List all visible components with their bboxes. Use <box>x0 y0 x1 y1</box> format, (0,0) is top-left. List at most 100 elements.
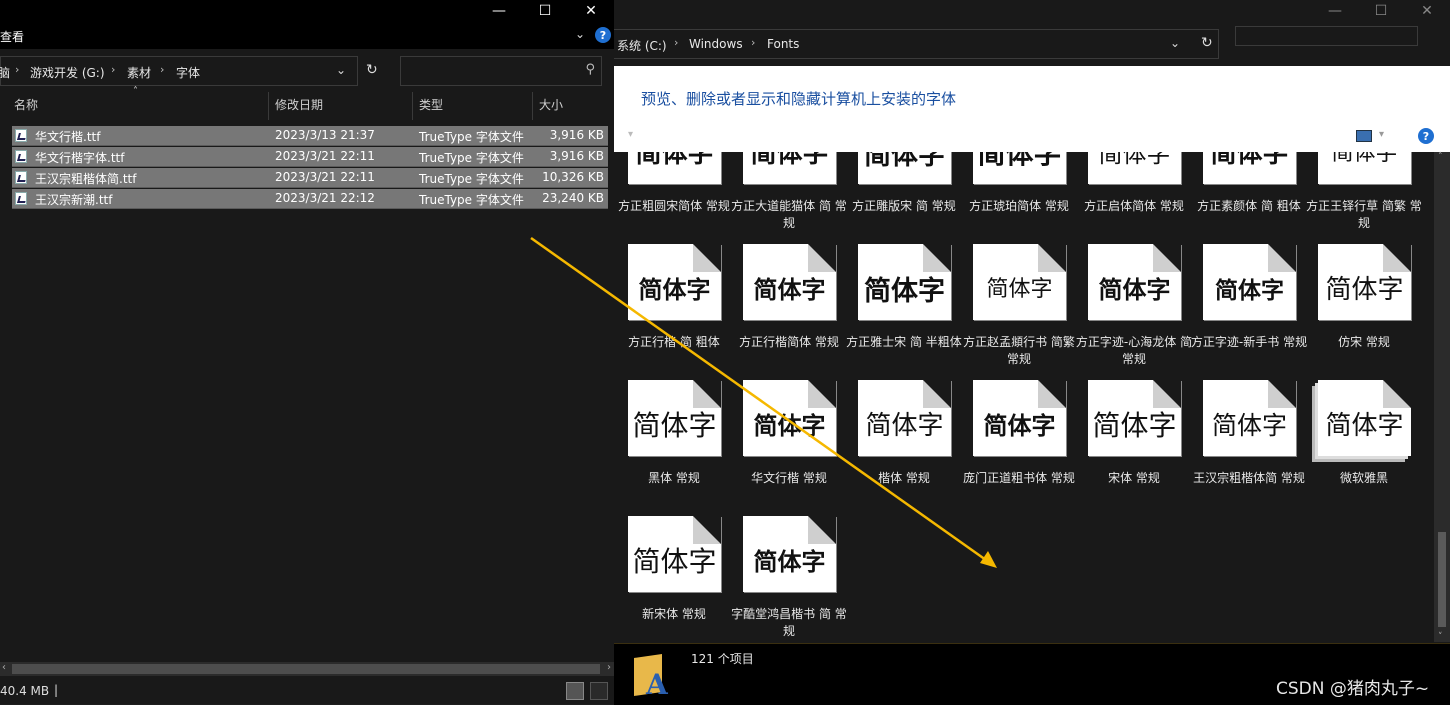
breadcrumb-item[interactable]: Fonts <box>767 37 799 51</box>
chevron-right-icon[interactable]: › <box>15 63 19 76</box>
file-row[interactable]: 华文行楷字体.ttf 2023/3/21 22:11 TrueType 字体文件… <box>12 147 608 167</box>
scrollbar-thumb[interactable] <box>1438 532 1446 627</box>
font-preview-thumbnail: 简体字 <box>743 244 836 320</box>
column-divider[interactable] <box>268 92 269 120</box>
chevron-right-icon[interactable]: › <box>751 36 755 49</box>
horizontal-scrollbar[interactable]: ‹ › <box>0 662 614 676</box>
explorer-window-left: — ☐ ✕ 查看 ⌄ ? 脑 › 游戏开发 (G:) › 素材 › 字体 ⌄ ↻… <box>0 0 614 704</box>
watermark: CSDN @猪肉丸子~ <box>1276 679 1430 699</box>
status-divider: | <box>54 683 59 697</box>
font-item[interactable]: 简体字 新宋体 常规 <box>615 516 725 642</box>
item-count: 121 个项目 <box>691 652 754 666</box>
font-item[interactable]: 简体字 庞门正道粗书体 常规 <box>960 380 1075 510</box>
font-item[interactable]: 简体字 方正雅士宋 简 半粗体 <box>845 244 962 374</box>
scroll-left-icon[interactable]: ‹ <box>2 662 6 673</box>
file-row[interactable]: 华文行楷.ttf 2023/3/13 21:37 TrueType 字体文件 3… <box>12 126 608 146</box>
font-preview-text: 简体字 <box>1325 275 1404 305</box>
chevron-right-icon[interactable]: › <box>674 36 678 49</box>
address-bar[interactable]: 脑 › 游戏开发 (G:) › 素材 › 字体 ⌄ <box>0 56 358 86</box>
search-input[interactable]: ⚲ <box>400 56 602 86</box>
search-input[interactable] <box>1235 26 1418 46</box>
column-divider[interactable] <box>412 92 413 120</box>
font-item[interactable]: 简体字 字酷堂鸿昌楷书 简 常规 <box>730 516 847 642</box>
font-item[interactable]: 简体字 方正素颜体 简 粗体 <box>1190 152 1301 238</box>
chevron-down-icon[interactable]: ⌄ <box>575 27 585 41</box>
title-bar: — ☐ ✕ <box>614 0 1450 22</box>
breadcrumb-item[interactable]: 素材 <box>127 64 151 81</box>
organize-dropdown-icon[interactable]: ▾ <box>628 129 633 140</box>
font-item[interactable]: 简体字 仿宋 常规 <box>1305 244 1415 374</box>
breadcrumb-item[interactable]: 游戏开发 (G:) <box>30 64 105 81</box>
font-preview-thumbnail: 简体字 <box>1088 244 1181 320</box>
breadcrumb-item[interactable]: Windows <box>689 37 743 51</box>
scroll-right-icon[interactable]: › <box>607 662 611 673</box>
font-item[interactable]: 简体字 微软雅黑 <box>1305 380 1415 510</box>
font-name: 楷体 常规 <box>878 471 930 485</box>
font-item[interactable]: 简体字 方正赵孟頫行书 简繁 常规 <box>960 244 1075 374</box>
large-icons-view-icon[interactable] <box>590 682 608 700</box>
refresh-icon[interactable]: ↻ <box>1201 35 1213 51</box>
fonts-toolbar: ▾ ▾ ? <box>614 126 1450 152</box>
vertical-scrollbar[interactable]: ˄ ˅ <box>1434 152 1450 642</box>
column-header-size[interactable]: 大小 <box>539 96 563 113</box>
maximize-button[interactable]: ☐ <box>522 0 568 22</box>
chevron-right-icon[interactable]: › <box>160 63 164 76</box>
font-preview-thumbnail: 简体字 <box>858 244 951 320</box>
font-item[interactable]: 简体字 华文行楷 常规 <box>730 380 840 510</box>
column-header-date[interactable]: 修改日期 <box>275 96 323 113</box>
column-header-name[interactable]: 名称 <box>14 96 38 113</box>
breadcrumb-item[interactable]: 系统 (C:) <box>617 37 667 54</box>
explorer-window-fonts: — ☐ ✕ 系统 (C:) › Windows › Fonts ⌄ ↻ 预览、删… <box>614 0 1450 705</box>
chevron-right-icon[interactable]: › <box>111 63 115 76</box>
font-item[interactable]: 简体字 方正字迹-新手书 常规 <box>1190 244 1307 374</box>
breadcrumb-item[interactable]: 字体 <box>176 64 200 81</box>
file-name: 王汉宗粗楷体简.ttf <box>35 172 137 186</box>
font-item[interactable]: 简体字 方正启体简体 常规 <box>1075 152 1185 238</box>
font-item[interactable]: 简体字 方正大道能猫体 简 常规 <box>730 152 847 238</box>
search-icon[interactable]: ⚲ <box>585 62 595 77</box>
chevron-down-icon[interactable]: ⌄ <box>336 63 346 77</box>
help-icon[interactable]: ? <box>595 27 611 43</box>
font-preview-text: 简体字 <box>977 152 1062 170</box>
minimize-button[interactable]: — <box>476 0 522 22</box>
tab-view[interactable]: 查看 <box>0 28 24 45</box>
view-mode-icon[interactable] <box>1356 130 1372 142</box>
details-view-icon[interactable] <box>566 682 584 700</box>
scroll-up-icon[interactable]: ˄ <box>1438 152 1443 162</box>
file-row[interactable]: 王汉宗粗楷体简.ttf 2023/3/21 22:11 TrueType 字体文… <box>12 168 608 188</box>
breadcrumb-item[interactable]: 脑 <box>0 64 10 81</box>
banner-link[interactable]: 预览、删除或者显示和隐藏计算机上安装的字体 <box>641 88 956 109</box>
font-item[interactable]: 简体字 方正行楷 简 粗体 <box>615 244 725 374</box>
scrollbar-thumb[interactable] <box>12 664 600 674</box>
font-name: 方正琥珀简体 常规 <box>969 199 1069 213</box>
close-button[interactable]: ✕ <box>568 0 614 22</box>
font-item[interactable]: 简体字 宋体 常规 <box>1075 380 1185 510</box>
maximize-button[interactable]: ☐ <box>1358 0 1404 22</box>
help-icon[interactable]: ? <box>1418 128 1434 144</box>
font-preview-text: 简体字 <box>753 275 826 304</box>
font-item[interactable]: 简体字 方正雕版宋 简 常规 <box>845 152 956 238</box>
font-item[interactable]: 简体字 方正粗圆宋简体 常规 <box>615 152 730 238</box>
font-item[interactable]: 简体字方正琥珀简体 常规 <box>960 152 1070 238</box>
font-item[interactable]: 简体字 王汉宗粗楷体简 常规 <box>1190 380 1305 510</box>
scroll-down-icon[interactable]: ˅ <box>1438 632 1443 642</box>
font-preview-thumbnail: 简体字 <box>858 152 951 184</box>
font-preview-text: 简体字 <box>1210 152 1289 169</box>
font-item[interactable]: 简体字 方正王铎行草 简繁 常规 <box>1305 152 1422 238</box>
font-preview-thumbnail: 简体字 <box>1203 380 1296 456</box>
column-divider[interactable] <box>532 92 533 120</box>
column-header-type[interactable]: 类型 <box>419 96 443 113</box>
address-bar[interactable]: 系统 (C:) › Windows › Fonts ⌄ ↻ <box>614 29 1219 59</box>
refresh-icon[interactable]: ↻ <box>366 62 378 78</box>
file-row[interactable]: 王汉宗新潮.ttf 2023/3/21 22:12 TrueType 字体文件 … <box>12 189 608 209</box>
font-item[interactable]: 简体字 楷体 常规 <box>845 380 955 510</box>
file-type: TrueType 字体文件 <box>419 193 524 207</box>
font-item[interactable]: 简体字 方正行楷简体 常规 <box>730 244 840 374</box>
minimize-button[interactable]: — <box>1312 0 1358 22</box>
chevron-down-icon[interactable]: ⌄ <box>1170 36 1180 50</box>
font-item[interactable]: 简体字 方正字迹-心海龙体 简 常规 <box>1075 244 1192 374</box>
chevron-down-icon[interactable]: ▾ <box>1379 129 1384 140</box>
font-item[interactable]: 简体字 黑体 常规 <box>615 380 725 510</box>
close-button[interactable]: ✕ <box>1404 0 1450 22</box>
font-preview-thumbnail: 简体字 <box>628 152 721 184</box>
